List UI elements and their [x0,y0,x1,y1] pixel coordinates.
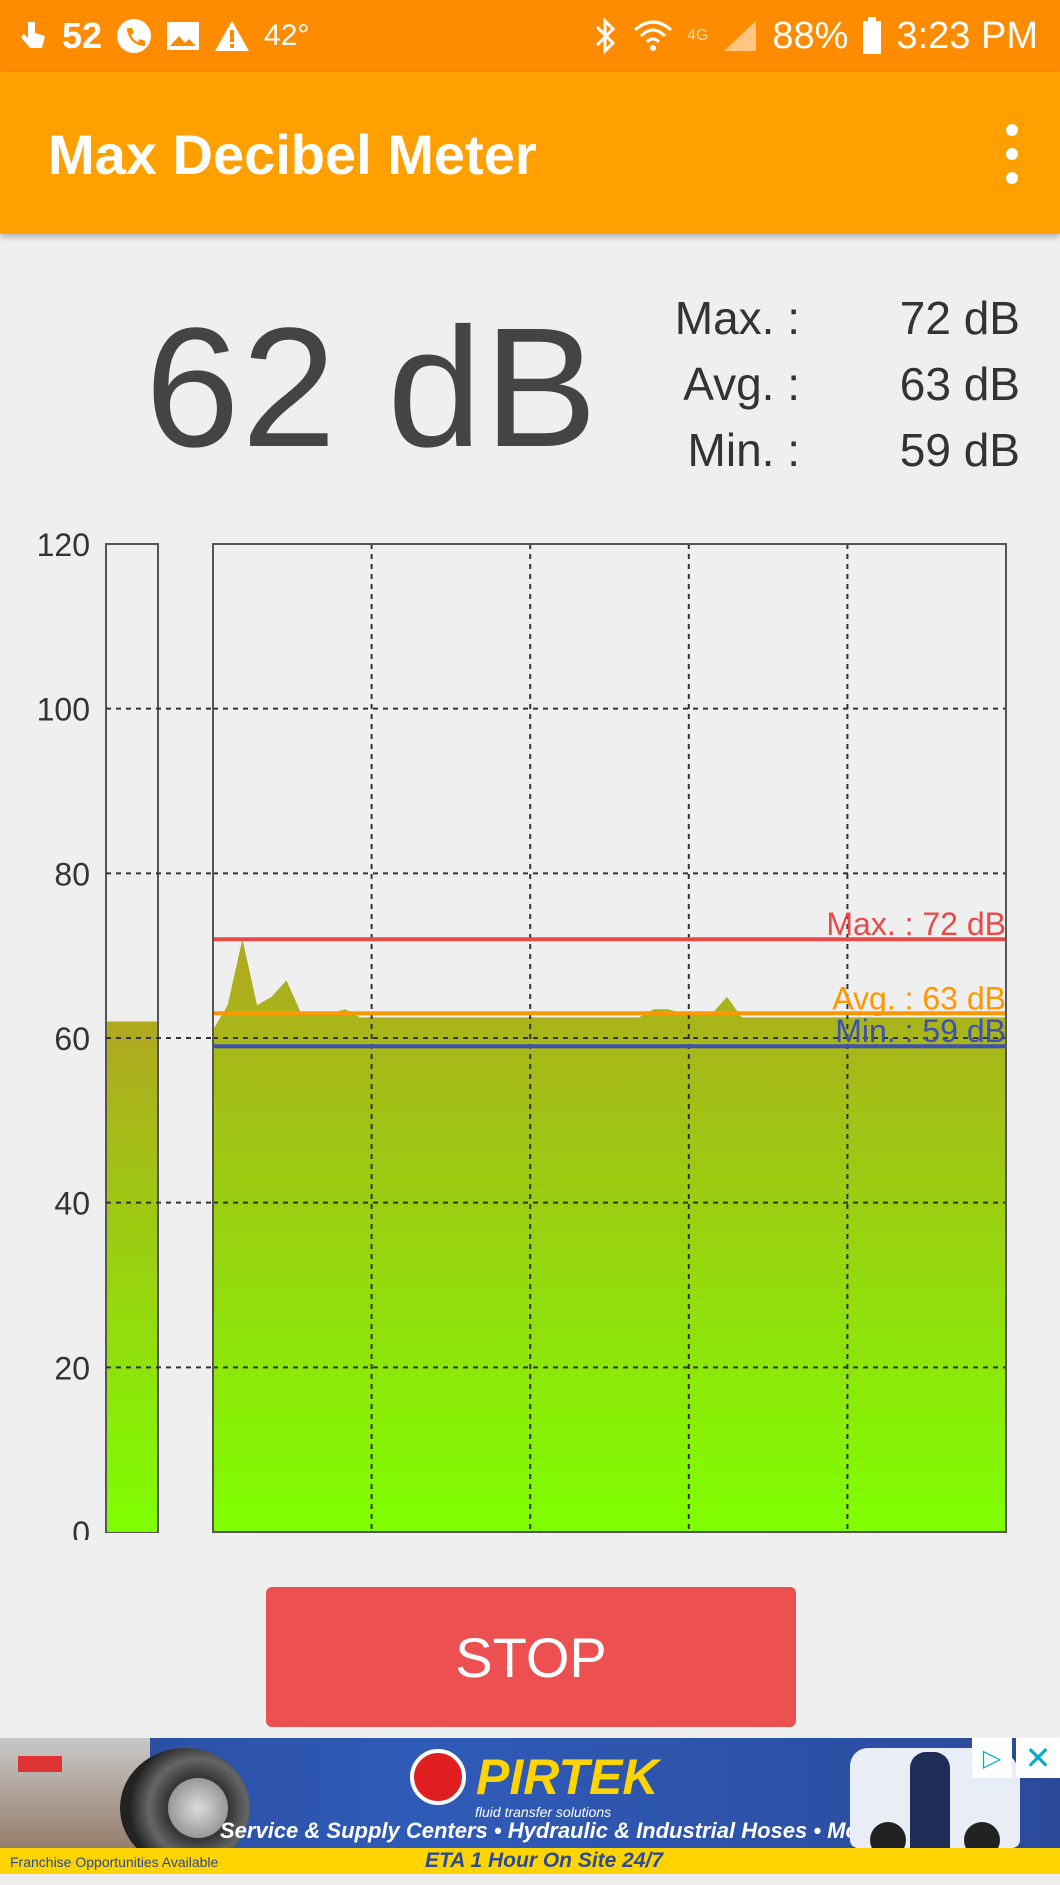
stat-min-value: 59 dB [899,424,1020,476]
stat-max-label: Max. : [674,292,800,344]
temperature: 42° [264,19,310,52]
ad-person-image [910,1752,950,1862]
y-axis: 0 20 40 60 80 100 120 [37,527,90,1540]
signal-icon [722,20,758,52]
status-bar: 52 42° 4G 88% 3:23 PM [0,0,1060,72]
app-title: Max Decibel Meter [48,123,537,186]
stat-avg: Avg. : 63 dB [660,351,1020,417]
ref-label-avg: Avg. : 63 dB [832,980,1006,1016]
ad-brand: PIRTEK [476,1749,659,1805]
level-bar-fill [107,1021,157,1532]
ad-franchise: Franchise Opportunities Available [10,1854,219,1870]
stat-min: Min. : 59 dB [660,417,1020,483]
wifi-icon [633,18,673,54]
y-tick-label: 120 [37,527,90,563]
pirtek-logo-icon [410,1749,466,1805]
stats-panel: Max. : 72 dB Avg. : 63 dB Min. : 59 dB [660,285,1020,483]
y-tick-label: 40 [54,1186,90,1222]
more-vert-icon[interactable] [994,124,1030,184]
y-tick-label: 60 [54,1021,90,1057]
touch-icon [18,18,48,54]
y-tick-label: 80 [54,856,90,892]
network-type: 4G [687,27,709,44]
ad-banner[interactable]: PIRTEK fluid transfer solutions Service … [0,1738,1060,1874]
app-bar: Max Decibel Meter [0,72,1060,234]
ref-label-max: Max. : 72 dB [826,906,1006,942]
status-bar-left: 52 42° [18,0,309,72]
ad-logo: PIRTEK [410,1748,658,1806]
stat-max-value: 72 dB [899,292,1020,344]
phone-icon [116,18,152,54]
y-tick-label: 0 [72,1515,90,1540]
stat-max: Max. : 72 dB [660,285,1020,351]
y-tick-label: 20 [54,1350,90,1386]
ref-label-min: Min. : 59 dB [835,1013,1006,1049]
image-icon [166,21,200,51]
history-plot: Max. : 72 dB Avg. : 63 dBMin. : 59 dB [106,543,1007,1533]
stat-min-label: Min. : [687,424,800,476]
decibel-chart: 0 20 40 60 80 100 120 Max. : 72 dB Avg. : 63 dB… [37,527,1007,1540]
warning-icon [214,20,250,52]
status-bar-right: 4G 88% 3:23 PM [593,0,1038,72]
current-decibel: 62 dB [145,293,600,483]
stop-button[interactable]: STOP [266,1587,796,1727]
close-icon[interactable]: ✕ [1016,1738,1060,1778]
clock: 3:23 PM [896,14,1038,57]
ad-choices-icon[interactable]: ▷ [972,1738,1012,1778]
ad-eta: ETA 1 Hour On Site 24/7 [425,1849,664,1872]
battery-icon [862,17,882,55]
bluetooth-icon [593,17,619,55]
y-tick-label: 100 [37,692,90,728]
stat-avg-value: 63 dB [899,358,1020,410]
notification-count: 52 [62,15,103,56]
battery-percent: 88% [772,14,849,57]
stat-avg-label: Avg. : [683,358,800,410]
